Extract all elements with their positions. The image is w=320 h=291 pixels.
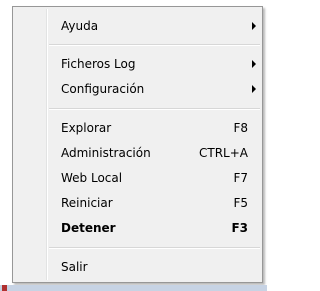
taskbar-tray-icon — [2, 285, 7, 291]
menu-item-reiniciar[interactable]: Reiniciar F5 — [15, 191, 260, 215]
submenu-arrow-icon — [252, 22, 256, 30]
menu-item-label: Detener — [61, 221, 116, 235]
context-menu: Ayuda Ficheros Log Configuración Explora… — [12, 6, 263, 283]
menu-item-label: Explorar — [61, 121, 112, 135]
menu-item-salir[interactable]: Salir — [15, 255, 260, 279]
menu-item-shortcut: F8 — [233, 121, 248, 135]
menu-item-label: Configuración — [61, 82, 145, 96]
menu-item-administracion[interactable]: Administración CTRL+A — [15, 141, 260, 165]
menu-item-label: Administración — [61, 146, 151, 160]
menu-item-label: Salir — [61, 260, 88, 274]
menu-item-shortcut: F3 — [231, 221, 248, 235]
menu-item-configuracion[interactable]: Configuración — [15, 77, 260, 101]
menu-item-shortcut: F7 — [233, 171, 248, 185]
menu-item-ayuda[interactable]: Ayuda — [15, 14, 260, 38]
menu-item-web-local[interactable]: Web Local F7 — [15, 166, 260, 190]
menu-item-label: Reiniciar — [61, 196, 113, 210]
menu-item-ficheros-log[interactable]: Ficheros Log — [15, 52, 260, 76]
menu-separator — [49, 44, 260, 46]
menu-separator — [49, 247, 260, 249]
menu-item-label: Ayuda — [61, 19, 99, 33]
menu-item-detener[interactable]: Detener F3 — [15, 216, 260, 240]
menu-item-label: Ficheros Log — [61, 57, 136, 71]
menu-separator — [49, 108, 260, 110]
submenu-arrow-icon — [252, 60, 256, 68]
menu-item-label: Web Local — [61, 171, 123, 185]
taskbar-edge — [0, 285, 267, 291]
screen: Ayuda Ficheros Log Configuración Explora… — [0, 0, 267, 291]
menu-item-shortcut: F5 — [233, 196, 248, 210]
menu-item-explorar[interactable]: Explorar F8 — [15, 116, 260, 140]
menu-item-shortcut: CTRL+A — [199, 146, 248, 160]
submenu-arrow-icon — [252, 85, 256, 93]
